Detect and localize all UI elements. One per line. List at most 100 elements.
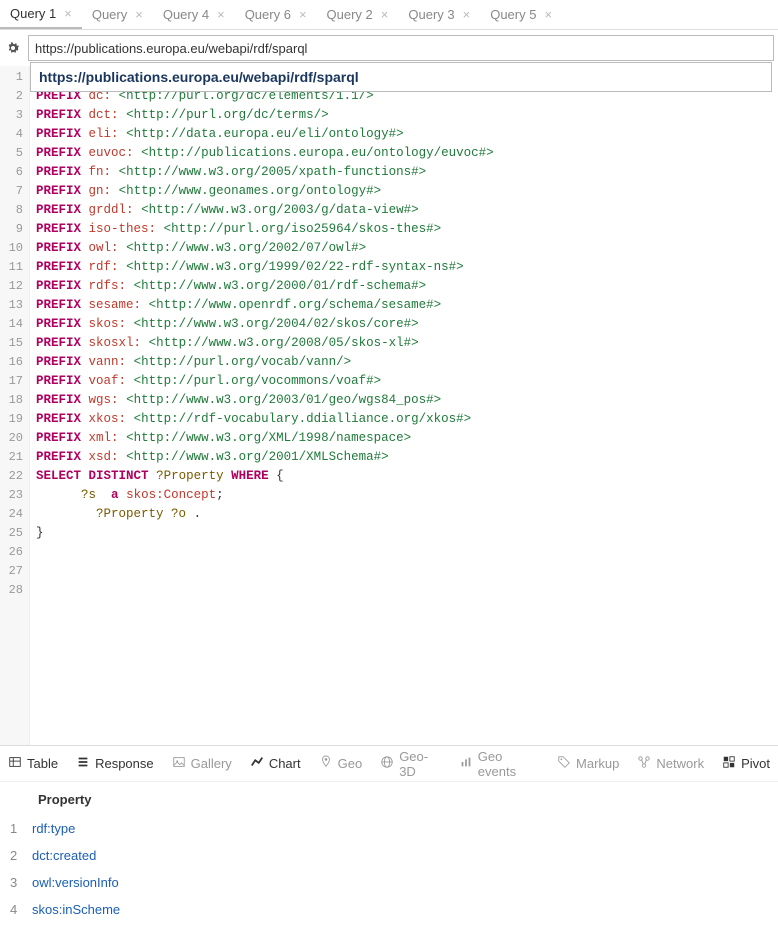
line-number: 27 <box>0 562 23 581</box>
result-tab-gallery[interactable]: Gallery <box>172 755 232 772</box>
result-view-tabs: Table Response Gallery Chart Geo Geo-3D Geo ev… <box>0 746 778 782</box>
line-number: 14 <box>0 315 23 334</box>
result-tab-table[interactable]: Table <box>8 755 58 772</box>
query-tab-6[interactable]: Query 5 × <box>480 0 562 29</box>
query-tab-1[interactable]: Query × <box>82 0 153 29</box>
result-tab-geo-3d[interactable]: Geo-3D <box>380 749 441 779</box>
code-line: PREFIX owl: <http://www.w3.org/2002/07/o… <box>36 239 772 258</box>
cell-property[interactable]: skos:inScheme <box>32 902 120 917</box>
row-index: 1 <box>10 821 32 836</box>
code-line: PREFIX xkos: <http://rdf-vocabulary.ddia… <box>36 410 772 429</box>
line-number: 17 <box>0 372 23 391</box>
list-icon <box>76 755 90 772</box>
code-line: PREFIX rdfs: <http://www.w3.org/2000/01/… <box>36 277 772 296</box>
line-number: 11 <box>0 258 23 277</box>
tab-label: Query <box>92 7 127 22</box>
line-number: 16 <box>0 353 23 372</box>
code-line: PREFIX fn: <http://www.w3.org/2005/xpath… <box>36 163 772 182</box>
close-icon[interactable]: × <box>299 7 307 22</box>
code-line: PREFIX sesame: <http://www.openrdf.org/s… <box>36 296 772 315</box>
table-icon <box>8 755 22 772</box>
table-row: 4skos:inScheme <box>10 896 768 923</box>
result-tab-label: Response <box>95 756 154 771</box>
result-tab-response[interactable]: Response <box>76 755 154 772</box>
row-index: 3 <box>10 875 32 890</box>
code-line: PREFIX xsd: <http://www.w3.org/2001/XMLS… <box>36 448 772 467</box>
code-line: ?Property ?o . <box>36 505 772 524</box>
globe-icon <box>380 755 394 772</box>
line-number: 18 <box>0 391 23 410</box>
close-icon[interactable]: × <box>381 7 389 22</box>
code-line: SELECT DISTINCT ?Property WHERE { <box>36 467 772 486</box>
result-tab-markup[interactable]: Markup <box>557 755 619 772</box>
query-tab-0[interactable]: Query 1× <box>0 0 82 29</box>
tab-label: Query 6 <box>245 7 291 22</box>
result-tab-label: Pivot <box>741 756 770 771</box>
table-row: 2dct:created <box>10 842 768 869</box>
line-number: 7 <box>0 182 23 201</box>
close-icon[interactable]: × <box>463 7 471 22</box>
endpoint-suggestion[interactable]: https://publications.europa.eu/webapi/rd… <box>30 62 772 92</box>
result-tab-label: Geo-3D <box>399 749 441 779</box>
endpoint-input[interactable] <box>28 35 774 61</box>
code-line: PREFIX vann: <http://purl.org/vocab/vann… <box>36 353 772 372</box>
result-tab-label: Geo <box>338 756 363 771</box>
tab-label: Query 4 <box>163 7 209 22</box>
cell-property[interactable]: dct:created <box>32 848 96 863</box>
line-number: 3 <box>0 106 23 125</box>
gear-icon[interactable] <box>4 39 22 57</box>
line-number: 8 <box>0 201 23 220</box>
code-line: } <box>36 524 772 543</box>
code-line: PREFIX euvoc: <http://publications.europ… <box>36 144 772 163</box>
tab-label: Query 5 <box>490 7 536 22</box>
code-line: ?s a skos:Concept; <box>36 486 772 505</box>
line-number: 23 <box>0 486 23 505</box>
code-line: PREFIX eli: <http://data.europa.eu/eli/o… <box>36 125 772 144</box>
line-number: 13 <box>0 296 23 315</box>
code-area[interactable]: PREFIX cc: <http://creativecommons.org/n… <box>30 66 778 745</box>
query-tab-2[interactable]: Query 4 × <box>153 0 235 29</box>
result-tab-pivot[interactable]: Pivot <box>722 755 770 772</box>
close-icon[interactable]: × <box>217 7 225 22</box>
line-number: 20 <box>0 429 23 448</box>
code-line: PREFIX rdf: <http://www.w3.org/1999/02/2… <box>36 258 772 277</box>
endpoint-row <box>0 30 778 66</box>
query-tab-3[interactable]: Query 6 × <box>235 0 317 29</box>
line-number: 21 <box>0 448 23 467</box>
result-tab-label: Network <box>656 756 704 771</box>
code-line: PREFIX xml: <http://www.w3.org/XML/1998/… <box>36 429 772 448</box>
result-tab-network[interactable]: Network <box>637 755 704 772</box>
cell-property[interactable]: rdf:type <box>32 821 75 836</box>
line-number: 28 <box>0 581 23 600</box>
query-tab-4[interactable]: Query 2× <box>317 0 399 29</box>
line-number: 4 <box>0 125 23 144</box>
tab-label: Query 3 <box>408 7 454 22</box>
code-line: PREFIX gn: <http://www.geonames.org/onto… <box>36 182 772 201</box>
close-icon[interactable]: × <box>135 7 143 22</box>
result-tab-label: Chart <box>269 756 301 771</box>
code-line: PREFIX grddl: <http://www.w3.org/2003/g/… <box>36 201 772 220</box>
result-tab-geo-events[interactable]: Geo events <box>459 749 539 779</box>
line-number: 26 <box>0 543 23 562</box>
result-tab-geo[interactable]: Geo <box>319 755 363 772</box>
row-index: 4 <box>10 902 32 917</box>
line-number: 2 <box>0 87 23 106</box>
close-icon[interactable]: × <box>64 6 72 21</box>
code-line: PREFIX dct: <http://purl.org/dc/terms/> <box>36 106 772 125</box>
line-number: 10 <box>0 239 23 258</box>
query-tab-5[interactable]: Query 3 × <box>398 0 480 29</box>
chart-icon <box>250 755 264 772</box>
results-column-header: Property <box>10 788 768 815</box>
net-icon <box>637 755 651 772</box>
cell-property[interactable]: owl:versionInfo <box>32 875 119 890</box>
pivot-icon <box>722 755 736 772</box>
result-tab-label: Markup <box>576 756 619 771</box>
close-icon[interactable]: × <box>544 7 552 22</box>
code-editor[interactable]: 1234567891011121314151617181920212223242… <box>0 66 778 746</box>
result-tab-chart[interactable]: Chart <box>250 755 301 772</box>
bars-icon <box>459 755 473 772</box>
results-table: Property 1rdf:type2dct:created3owl:versi… <box>0 782 778 929</box>
row-index: 2 <box>10 848 32 863</box>
line-number: 15 <box>0 334 23 353</box>
result-tab-label: Table <box>27 756 58 771</box>
